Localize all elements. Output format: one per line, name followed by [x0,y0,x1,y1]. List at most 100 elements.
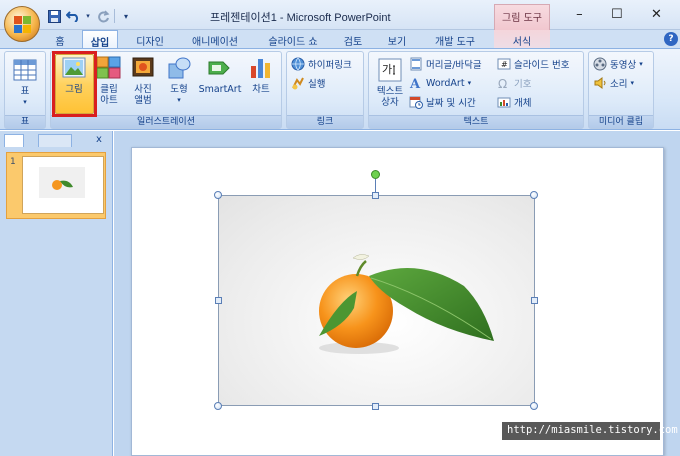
table-button[interactable]: 표 ▾ [10,56,40,114]
omega-icon: Ω [497,76,511,91]
maximize-icon[interactable]: ☐ [611,7,623,22]
quick-access-toolbar: ▾ ▾ [46,8,134,24]
sound-button[interactable]: 소리 ▾ [593,75,634,91]
tab-view[interactable]: 보기 [380,30,414,48]
slide-thumbnail[interactable] [22,156,104,214]
slides-tab[interactable] [4,134,24,147]
slide-number-icon: # [497,57,511,71]
photo-album-icon [129,54,157,82]
ribbon-tab-row: 홈 삽입 디자인 애니메이션 슬라이드 쇼 검토 보기 개발 도구 서식 [0,30,680,49]
chart-button[interactable]: 차트 [246,54,276,112]
tab-design[interactable]: 디자인 [128,30,172,48]
header-footer-label: 머리글/바닥글 [426,60,482,71]
movie-button[interactable]: 동영상 ▾ [593,56,643,72]
shapes-dropdown-icon: ▾ [177,96,181,104]
textbox-icon: 가 [376,56,404,84]
picture-tools-header: 그림 도구 [494,4,550,30]
help-icon[interactable]: ? [664,32,678,46]
group-link: 하이퍼링크 실행 링크 [286,51,364,129]
table-dropdown-icon: ▾ [23,98,27,106]
resize-handle-e[interactable] [531,297,538,304]
group-text-label: 텍스트 [369,115,583,128]
hyperlink-label: 하이퍼링크 [308,60,352,71]
tab-insert[interactable]: 삽입 [82,30,118,49]
photo-album-label: 사진 앨범 [134,84,152,106]
header-footer-button[interactable]: 머리글/바닥글 [409,56,482,72]
tab-format[interactable]: 서식 [494,30,550,48]
movie-icon [593,57,607,71]
redo-icon[interactable] [95,8,111,24]
picture-button-highlight [52,51,97,117]
svg-text:Ω: Ω [498,77,507,90]
action-label: 실행 [308,79,326,90]
tangerine-image [319,254,494,354]
panel-tabs: x [4,134,109,148]
resize-handle-s[interactable] [372,403,379,410]
resize-handle-se[interactable] [530,402,538,410]
clipart-icon [95,54,123,82]
undo-icon[interactable] [65,8,81,24]
hyperlink-icon [291,57,305,71]
tab-slideshow[interactable]: 슬라이드 쇼 [258,30,328,48]
shapes-button[interactable]: 도형 ▾ [164,54,194,112]
photo-album-button[interactable]: 사진 앨범 [128,54,158,112]
clipart-label: 클립 아트 [100,84,118,106]
tab-developer[interactable]: 개발 도구 [424,30,486,48]
object-label: 개체 [514,98,532,109]
resize-handle-nw[interactable] [214,191,222,199]
wordart-dropdown-icon: ▾ [467,79,472,87]
close-icon[interactable]: ✕ [651,7,662,22]
rotation-handle[interactable] [371,170,380,179]
wordart-icon: A [409,76,423,92]
resize-handle-ne[interactable] [530,191,538,199]
inserted-picture[interactable] [218,195,535,406]
clipart-button[interactable]: 클립 아트 [96,54,122,112]
office-logo-icon [14,16,32,34]
tab-home[interactable]: 홈 [46,30,74,48]
panel-close-icon[interactable]: x [96,134,102,145]
header-footer-icon [409,57,423,71]
qat-separator [114,9,115,23]
shapes-icon [165,54,193,82]
resize-handle-sw[interactable] [214,402,222,410]
symbol-button[interactable]: Ω 기호 [497,75,531,91]
group-media: 동영상 ▾ 소리 ▾ 미디어 클립 [588,51,654,129]
group-table: 표 ▾ 표 [4,51,46,129]
textbox-label: 텍스트 상자 [376,86,404,108]
movie-label: 동영상 [610,60,637,71]
customize-qat-icon[interactable]: ▾ [118,8,134,24]
smartart-label: SmartArt [198,84,242,95]
table-icon [11,56,39,84]
hyperlink-button[interactable]: 하이퍼링크 [291,56,352,72]
slide-number: 1 [10,157,16,167]
tab-review[interactable]: 검토 [336,30,370,48]
save-icon[interactable] [46,8,62,24]
textbox-button[interactable]: 가 텍스트 상자 [373,56,407,114]
watermark: http://miasmile.tistory.com [502,422,678,440]
object-button[interactable]: 개체 [497,94,531,110]
object-icon [497,95,511,109]
wordart-label: WordArt [426,77,465,89]
slide-number-button[interactable]: # 슬라이드 번호 [497,56,569,72]
undo-dropdown-icon[interactable]: ▾ [84,8,92,24]
chart-label: 차트 [252,84,270,95]
window-title: 프레젠테이션1 - Microsoft PowerPoint [210,12,391,24]
datetime-label: 날짜 및 시간 [426,98,476,109]
group-text: 가 텍스트 상자 머리글/바닥글 A WordArt ▾ 날짜 및 시간 # 슬… [368,51,584,129]
outline-tab[interactable] [38,134,72,147]
smartart-icon [206,54,234,82]
movie-dropdown-icon: ▾ [639,60,643,68]
sound-label: 소리 [610,79,628,90]
smartart-button[interactable]: SmartArt [198,54,242,112]
tab-animation[interactable]: 애니메이션 [182,30,248,48]
action-button[interactable]: 실행 [291,75,325,91]
svg-text:가: 가 [382,63,392,76]
office-button[interactable] [4,6,40,42]
slides-panel: x 1 [0,131,113,456]
minimize-icon[interactable]: – [576,7,583,22]
datetime-button[interactable]: 날짜 및 시간 [409,94,476,110]
shapes-label: 도형 [170,84,188,95]
wordart-button[interactable]: A WordArt ▾ [409,75,472,92]
resize-handle-w[interactable] [215,297,222,304]
resize-handle-n[interactable] [372,192,379,199]
